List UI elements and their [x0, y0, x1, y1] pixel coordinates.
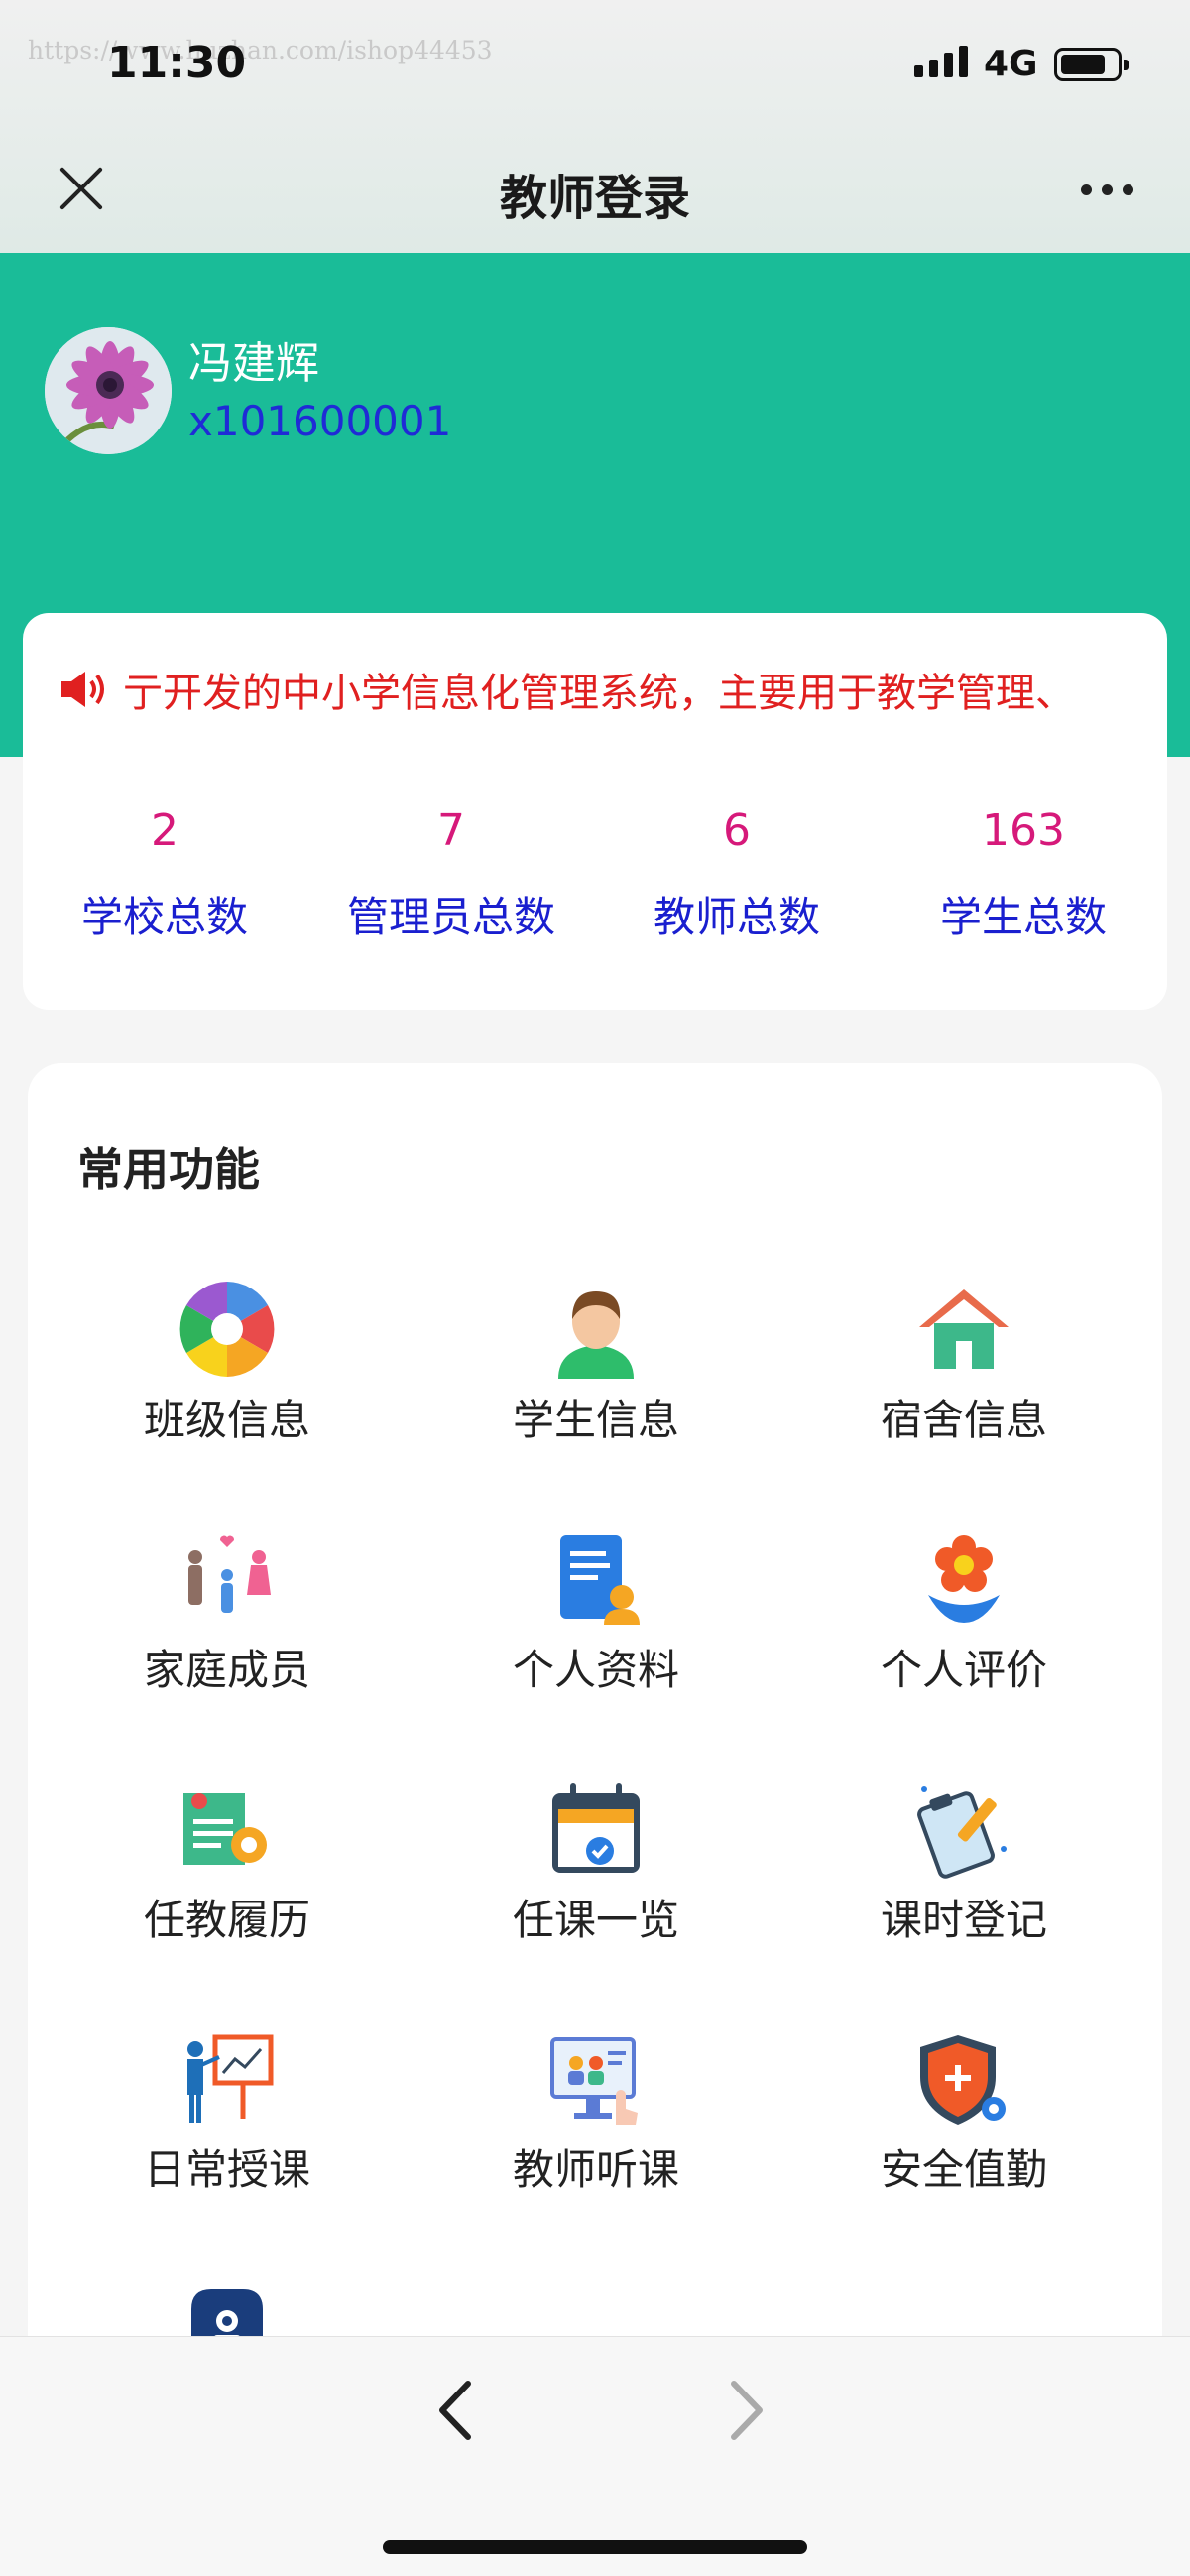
stat-label: 学校总数 — [80, 893, 248, 941]
fn-course-overview[interactable]: 任课一览 — [447, 1779, 745, 1947]
signal-icon — [914, 46, 968, 77]
stat-value: 6 — [723, 805, 751, 856]
aperture-icon — [179, 1282, 275, 1377]
fn-daily-teaching[interactable]: 日常授课 — [78, 2029, 376, 2197]
fn-label: 学生信息 — [512, 1396, 679, 1444]
status-time: 11:30 — [107, 38, 247, 88]
shield-plus-icon — [920, 2035, 1006, 2125]
fn-label: 安全值勤 — [880, 2146, 1047, 2194]
fn-safety-duty[interactable]: 安全值勤 — [815, 2029, 1113, 2197]
house-icon — [919, 1289, 1009, 1369]
network-type: 4G — [984, 44, 1038, 84]
back-arrow-icon[interactable] — [428, 2376, 488, 2445]
fn-family[interactable]: 家庭成员 — [78, 1530, 376, 1697]
page-title: 教师登录 — [499, 171, 690, 226]
stat-label: 管理员总数 — [346, 893, 555, 941]
fn-label: 教师听课 — [512, 2146, 679, 2194]
fn-label: 日常授课 — [143, 2146, 310, 2194]
fn-label: 个人资料 — [512, 1646, 679, 1694]
stat-students[interactable]: 163 学生总数 — [904, 805, 1142, 944]
stat-schools[interactable]: 2 学校总数 — [46, 805, 284, 944]
stat-value: 163 — [982, 805, 1065, 856]
home-indicator[interactable] — [383, 2540, 807, 2554]
certificate-gear-icon — [183, 1793, 267, 1865]
fn-label: 任教履历 — [143, 1896, 310, 1944]
clipboard-pencil-icon — [917, 1786, 1007, 1879]
battery-icon — [1054, 48, 1129, 81]
notice-text: 亍开发的中小学信息化管理系统，主要用于教学管理、 — [123, 671, 1075, 716]
fn-label: 任课一览 — [512, 1896, 679, 1944]
avatar[interactable] — [45, 327, 172, 454]
profile-document-icon — [560, 1535, 640, 1625]
fn-class-hours[interactable]: 课时登记 — [815, 1779, 1113, 1947]
stat-value: 2 — [151, 805, 178, 856]
fn-label: 家庭成员 — [143, 1646, 310, 1694]
student-avatar-icon — [558, 1291, 634, 1379]
more-icon[interactable] — [1081, 184, 1133, 195]
stat-label: 教师总数 — [653, 893, 820, 941]
speaker-icon — [61, 672, 104, 707]
monitor-meeting-icon — [550, 2037, 638, 2125]
stat-admins[interactable]: 7 管理员总数 — [332, 805, 570, 944]
fn-lesson-observation[interactable]: 教师听课 — [447, 2029, 745, 2197]
fn-label: 课时登记 — [880, 1896, 1047, 1944]
user-name: 冯建辉 — [188, 338, 319, 389]
stat-value: 7 — [437, 805, 465, 856]
section-title: 常用功能 — [77, 1143, 260, 1196]
fn-evaluation[interactable]: 个人评价 — [815, 1530, 1113, 1697]
fn-profile[interactable]: 个人资料 — [447, 1530, 745, 1697]
fn-class-info[interactable]: 班级信息 — [78, 1280, 376, 1447]
fn-dorm-info[interactable]: 宿舍信息 — [815, 1280, 1113, 1447]
user-id: x101600001 — [188, 397, 452, 445]
notice-marquee[interactable]: 亍开发的中小学信息化管理系统，主要用于教学管理、 — [60, 661, 1075, 718]
stat-label: 学生总数 — [939, 893, 1107, 941]
family-icon — [188, 1535, 271, 1613]
fn-label: 班级信息 — [143, 1396, 310, 1444]
calendar-check-icon — [552, 1783, 640, 1873]
stat-teachers[interactable]: 6 教师总数 — [618, 805, 856, 944]
lecturer-board-icon — [187, 2034, 274, 2123]
fn-student-info[interactable]: 学生信息 — [447, 1280, 745, 1447]
watermark: https://www.huzhan.com/ishop44453 — [28, 36, 493, 64]
forward-arrow-icon[interactable] — [714, 2376, 774, 2445]
fn-label: 宿舍信息 — [880, 1396, 1047, 1444]
fn-teaching-history[interactable]: 任教履历 — [78, 1779, 376, 1947]
flower-icon — [928, 1535, 1000, 1623]
fn-label: 个人评价 — [880, 1646, 1047, 1694]
